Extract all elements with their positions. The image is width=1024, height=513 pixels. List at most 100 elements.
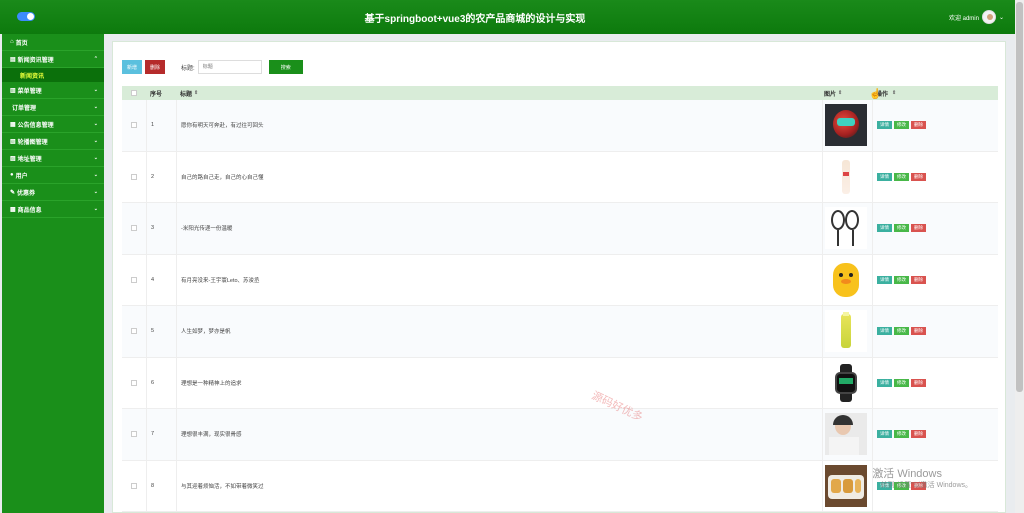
select-all-checkbox[interactable] bbox=[131, 90, 137, 96]
sidebar-item-label: 订单管理 bbox=[12, 105, 37, 112]
portrait-photo[interactable] bbox=[825, 413, 867, 456]
row-index: 5 bbox=[146, 306, 176, 357]
menu-icon: ▥ bbox=[10, 87, 16, 94]
sidebar-item-label: 菜单管理 bbox=[17, 88, 42, 95]
backpack-photo[interactable] bbox=[825, 258, 867, 301]
sidebar-item-3[interactable]: ▥ 菜单管理 ⌄ bbox=[2, 82, 104, 99]
row-checkbox[interactable] bbox=[131, 173, 137, 180]
col-index: 序号 bbox=[150, 91, 163, 98]
search-input[interactable] bbox=[197, 60, 262, 74]
address-icon: ▨ bbox=[10, 155, 16, 162]
racket-photo[interactable] bbox=[825, 207, 867, 250]
edit-button[interactable]: 修改 bbox=[894, 172, 909, 181]
home-icon: ⌂ bbox=[10, 39, 14, 45]
chevron-icon: ⌃ bbox=[93, 56, 98, 62]
drink-photo[interactable] bbox=[825, 310, 867, 353]
row-checkbox[interactable] bbox=[131, 482, 137, 489]
row-index: 1 bbox=[146, 100, 176, 151]
row-checkbox[interactable] bbox=[131, 276, 137, 283]
sort-icon: ⇕ bbox=[838, 90, 843, 96]
sidebar-item-label-wrap: 订单管理 bbox=[10, 103, 36, 112]
sidebar-item-label: 轮播图管理 bbox=[17, 139, 48, 146]
helmet-photo[interactable] bbox=[825, 104, 867, 147]
row-checkbox[interactable] bbox=[131, 328, 137, 335]
row-checkbox[interactable] bbox=[131, 379, 137, 386]
row-checkbox[interactable] bbox=[131, 122, 137, 129]
sidebar-item-label-wrap: ▩ 商品信息 bbox=[10, 205, 42, 214]
row-index: 2 bbox=[146, 151, 176, 202]
search-button[interactable]: 搜索 bbox=[268, 60, 303, 74]
user-menu[interactable]: 欢迎 admin ⌄ bbox=[949, 10, 1004, 24]
sidebar-item-5[interactable]: ▦ 公告信息管理 ⌄ bbox=[2, 116, 104, 133]
edit-button[interactable]: 修改 bbox=[894, 327, 909, 336]
row-delete-button[interactable]: 删除 bbox=[911, 378, 926, 387]
detail-button[interactable]: 详情 bbox=[877, 430, 892, 439]
news-table: 序号 标题 ⇕ 图片 ⇕ 操作 ⇕ 1 愿你有明天可奔赴，有过往可回头 详情 修改 删除 2 自己… bbox=[122, 86, 998, 512]
row-title: 理想很丰满，现实很骨感 bbox=[176, 409, 822, 460]
row-delete-button[interactable]: 删除 bbox=[911, 224, 926, 233]
edit-button[interactable]: 修改 bbox=[894, 430, 909, 439]
row-index: 8 bbox=[146, 460, 176, 511]
sidebar-item-label: 用户 bbox=[15, 173, 28, 180]
chevron-icon: ⌄ bbox=[93, 206, 98, 212]
row-title: 有月亮没来-王宇寰Leto、苏浚丞 bbox=[176, 254, 822, 305]
windows-activation-title: 激活 Windows bbox=[872, 468, 942, 480]
detail-button[interactable]: 详情 bbox=[877, 172, 892, 181]
watch-photo[interactable] bbox=[825, 361, 867, 404]
chevron-icon: ⌄ bbox=[93, 87, 98, 93]
delete-button[interactable]: 删除 bbox=[145, 60, 166, 74]
row-delete-button[interactable]: 删除 bbox=[911, 275, 926, 284]
row-title: 与其迎着烦恼活，不如带着微笑过 bbox=[176, 460, 822, 511]
food-photo[interactable] bbox=[825, 464, 867, 507]
main-panel: 新增 删除 标题: 搜索 序号 标题⇕ 图片⇕ 操作⇕ 1愿你有明天可奔赴，有过… bbox=[112, 41, 1006, 513]
edit-button[interactable]: 修改 bbox=[894, 121, 909, 130]
row-delete-button[interactable]: 删除 bbox=[911, 172, 926, 181]
detail-button[interactable]: 详情 bbox=[877, 121, 892, 130]
row-checkbox[interactable] bbox=[131, 225, 137, 232]
edit-button[interactable]: 修改 bbox=[894, 275, 909, 284]
search-label: 标题: bbox=[181, 65, 195, 72]
top-bar: 基于springboot+vue3的农产品商城的设计与实现 欢迎 admin ⌄ bbox=[0, 0, 1024, 34]
windows-activation-hint: 转到"设置"以激活 Windows。 bbox=[880, 482, 972, 489]
detail-button[interactable]: 详情 bbox=[877, 224, 892, 233]
col-title-label: 标题 bbox=[180, 91, 193, 98]
table-row: 5 人生如梦，梦亦是帆 详情 修改 删除 bbox=[122, 306, 998, 358]
notice-icon: ▦ bbox=[10, 121, 16, 128]
scrollbar-thumb[interactable] bbox=[1016, 2, 1023, 392]
chevron-icon: ⌄ bbox=[93, 172, 98, 178]
add-button[interactable]: 新增 bbox=[122, 60, 143, 74]
row-delete-button[interactable]: 删除 bbox=[911, 121, 926, 130]
sidebar-item-9[interactable]: ✎ 优惠券 ⌄ bbox=[2, 184, 104, 201]
sidebar-item-8[interactable]: ● 用户 ⌄ bbox=[2, 167, 104, 184]
edit-button[interactable]: 修改 bbox=[894, 378, 909, 387]
table-body: 1 愿你有明天可奔赴，有过往可回头 详情 修改 删除 2 自己的路自己走，自己的心自己懂 详情… bbox=[122, 100, 998, 512]
bottle-photo[interactable] bbox=[825, 155, 867, 198]
sidebar-subitem-news[interactable]: 新闻资讯 bbox=[2, 68, 104, 82]
detail-button[interactable]: 详情 bbox=[877, 378, 892, 387]
row-delete-button[interactable]: 删除 bbox=[911, 430, 926, 439]
table-header: 序号 标题 ⇕ 图片 ⇕ 操作 ⇕ bbox=[122, 86, 998, 100]
col-title[interactable]: 标题 ⇕ bbox=[176, 86, 822, 100]
sidebar-item-1[interactable]: ▤ 新闻资讯管理 ⌃ bbox=[2, 51, 104, 68]
col-image-label: 图片 bbox=[824, 91, 837, 98]
detail-button[interactable]: 详情 bbox=[877, 327, 892, 336]
sidebar-item-6[interactable]: ▧ 轮播图管理 ⌄ bbox=[2, 133, 104, 150]
sidebar-item-4[interactable]: 订单管理 ⌄ bbox=[2, 99, 104, 116]
table-row: 6 理想是一种精神上的追求 详情 修改 删除 bbox=[122, 357, 998, 409]
sidebar-item-10[interactable]: ▩ 商品信息 ⌄ bbox=[2, 201, 104, 218]
col-image[interactable]: 图片 ⇕ bbox=[822, 86, 872, 100]
row-delete-button[interactable]: 删除 bbox=[911, 327, 926, 336]
sidebar-item-label-wrap: ⌂ 首页 bbox=[10, 38, 28, 47]
edit-button[interactable]: 修改 bbox=[894, 224, 909, 233]
chevron-icon: ⌄ bbox=[93, 121, 98, 127]
page-scrollbar[interactable] bbox=[1015, 0, 1024, 513]
sidebar-item-7[interactable]: ▨ 地址管理 ⌄ bbox=[2, 150, 104, 167]
sidebar-item-0[interactable]: ⌂ 首页 bbox=[2, 34, 104, 51]
app-title: 基于springboot+vue3的农产品商城的设计与实现 bbox=[364, 14, 586, 25]
row-checkbox[interactable] bbox=[131, 431, 137, 438]
avatar[interactable] bbox=[981, 10, 996, 24]
col-ops[interactable]: 操作 ⇕ bbox=[872, 86, 998, 100]
sidebar-item-label: 首页 bbox=[15, 40, 28, 47]
detail-button[interactable]: 详情 bbox=[877, 275, 892, 284]
row-title: 理想是一种精神上的追求 bbox=[176, 357, 822, 408]
